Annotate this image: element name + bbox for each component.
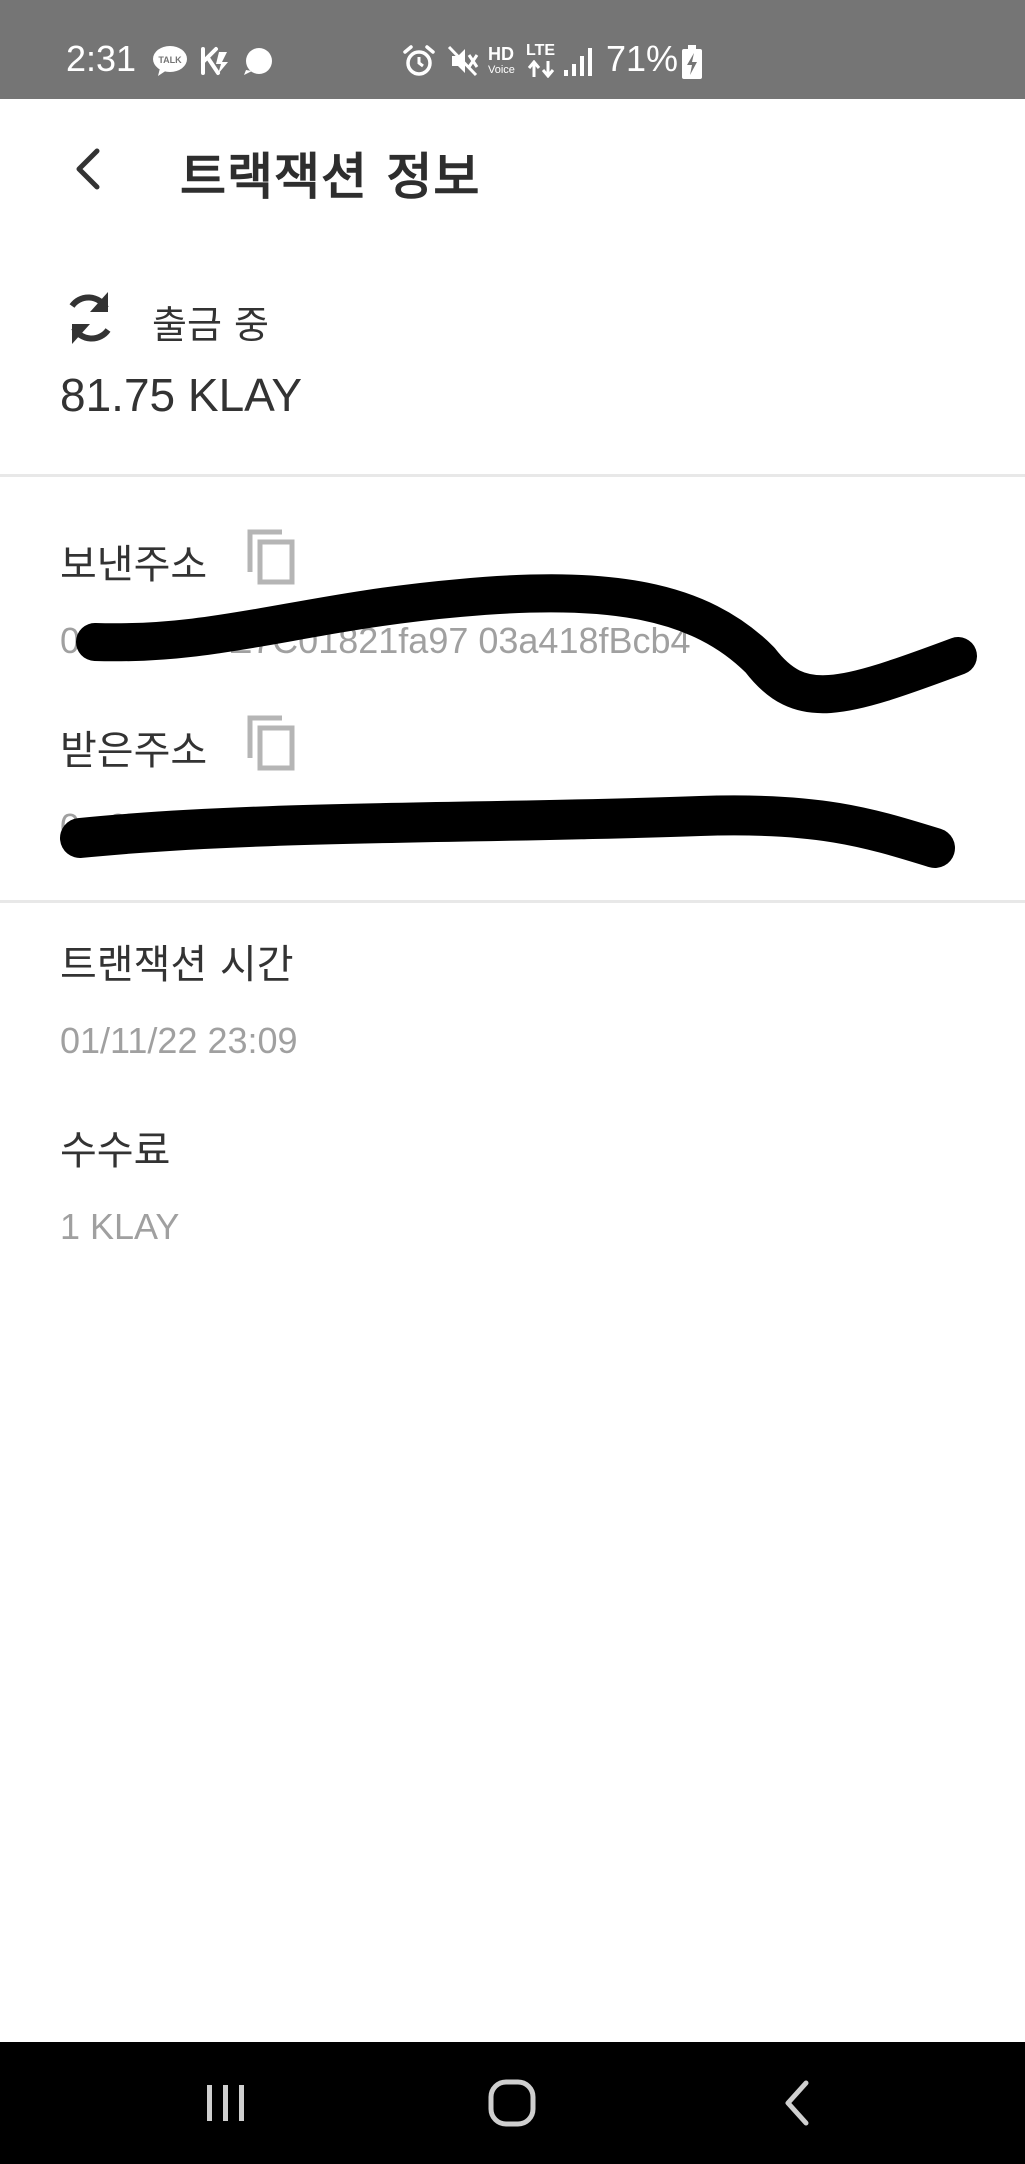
copy-receiver-icon[interactable] bbox=[244, 714, 300, 774]
mute-icon bbox=[447, 45, 479, 77]
divider bbox=[0, 900, 1025, 903]
alarm-icon bbox=[403, 45, 435, 76]
transaction-amount: 81.75 KLAY bbox=[60, 369, 303, 421]
home-button[interactable] bbox=[472, 2068, 552, 2138]
navigation-bar bbox=[0, 2042, 1025, 2164]
status-bar: 2:31 TALK HD Voice LTE 71% bbox=[0, 0, 1025, 99]
system-back-button[interactable] bbox=[758, 2068, 838, 2138]
receiver-address: 0x 01C27146D0a2F036824E 1c5 bbox=[60, 806, 595, 847]
lte-label: LTE bbox=[526, 42, 556, 59]
app-bar: 트랙잭션 정보 bbox=[0, 99, 1025, 239]
sender-label: 보낸주소 bbox=[60, 542, 208, 588]
battery-percent: 71% bbox=[606, 38, 679, 79]
transaction-time-value: 01/11/22 23:09 bbox=[60, 1020, 298, 1061]
page-title: 트랙잭션 정보 bbox=[180, 148, 481, 206]
message-bubble-icon bbox=[244, 48, 272, 75]
back-button[interactable] bbox=[60, 141, 116, 197]
recent-apps-icon bbox=[207, 2085, 244, 2121]
receiver-label: 받은주소 bbox=[60, 728, 208, 774]
kakaotalk-icon: TALK bbox=[153, 46, 187, 76]
system-back-icon bbox=[785, 2080, 809, 2126]
k-app-icon bbox=[201, 47, 228, 75]
sender-address: 0x 383530E7C01821fa97 03a418fBcb4 bbox=[60, 620, 691, 661]
transaction-time-label: 트랜잭션 시간 bbox=[60, 942, 294, 988]
divider bbox=[0, 474, 1025, 477]
home-icon bbox=[488, 2079, 536, 2127]
battery-charging-icon bbox=[682, 45, 702, 79]
recent-apps-button[interactable] bbox=[186, 2068, 266, 2138]
sync-icon bbox=[69, 292, 111, 344]
data-arrows-icon bbox=[527, 60, 555, 78]
signal-icon bbox=[564, 48, 592, 76]
talk-badge-text: TALK bbox=[158, 55, 182, 65]
copy-sender-icon[interactable] bbox=[244, 528, 300, 588]
fee-value: 1 KLAY bbox=[60, 1206, 180, 1247]
chevron-left-icon bbox=[76, 148, 100, 190]
voice-label: Voice bbox=[488, 64, 515, 76]
fee-label: 수수료 bbox=[60, 1128, 171, 1174]
hd-label: HD bbox=[488, 44, 514, 64]
status-time: 2:31 bbox=[66, 38, 137, 79]
transaction-status: 출금 중 bbox=[152, 303, 269, 347]
